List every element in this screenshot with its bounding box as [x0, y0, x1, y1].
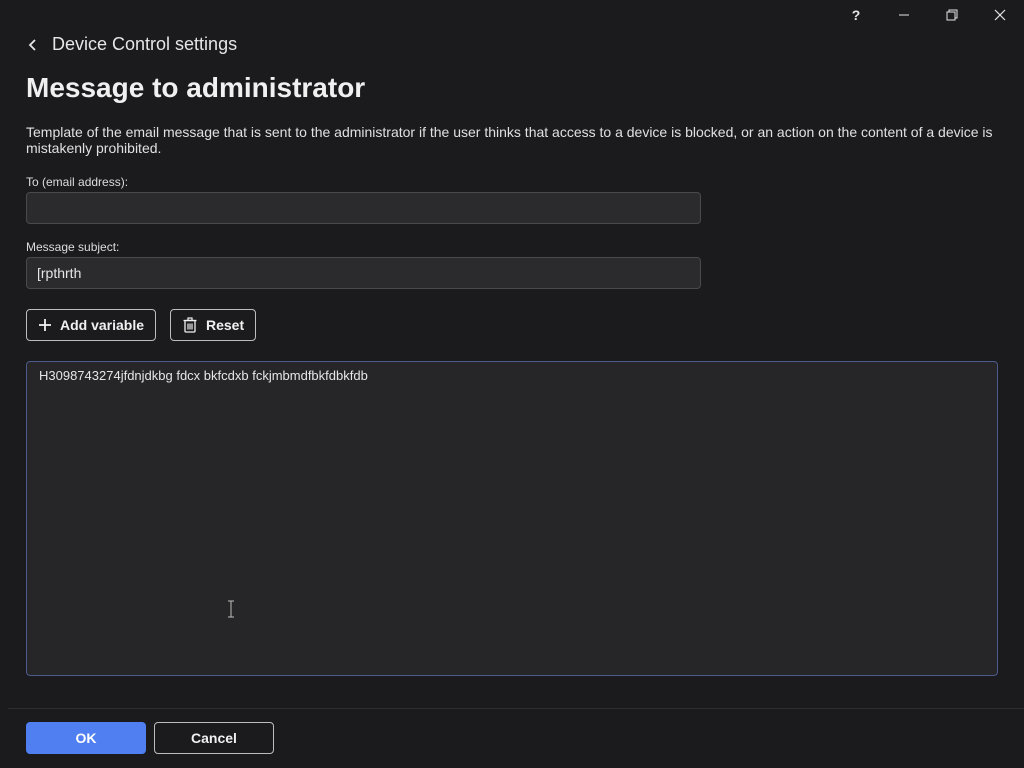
trash-icon: [183, 317, 197, 333]
reset-label: Reset: [206, 317, 245, 333]
restore-button[interactable]: [928, 0, 976, 30]
help-button[interactable]: ?: [832, 0, 880, 30]
window-titlebar: ?: [832, 0, 1024, 30]
minimize-button[interactable]: [880, 0, 928, 30]
cancel-button[interactable]: Cancel: [154, 722, 274, 754]
restore-icon: [946, 9, 958, 21]
text-cursor-icon: [228, 600, 234, 618]
footer-divider: [8, 708, 1024, 709]
plus-icon: [39, 319, 51, 331]
subject-field-label: Message subject:: [26, 240, 120, 254]
close-icon: [994, 9, 1006, 21]
breadcrumb-back[interactable]: Device Control settings: [26, 34, 237, 55]
breadcrumb-label: Device Control settings: [52, 34, 238, 54]
page-title: Message to administrator: [26, 72, 366, 103]
to-field-label: To (email address):: [26, 175, 129, 189]
to-email-input[interactable]: [26, 192, 701, 224]
minimize-icon: [899, 14, 909, 16]
add-variable-label: Add variable: [60, 317, 145, 333]
close-button[interactable]: [976, 0, 1024, 30]
page-description: Template of the email message that is se…: [26, 124, 993, 156]
add-variable-button[interactable]: Add variable: [26, 309, 157, 341]
chevron-left-icon: [26, 38, 40, 52]
message-body-textarea[interactable]: H3098743274jfdnjdkbg fdcx bkfcdxb fckjmb…: [26, 361, 998, 676]
subject-input[interactable]: [26, 257, 701, 289]
ok-button[interactable]: OK: [26, 722, 146, 754]
reset-button[interactable]: Reset: [170, 309, 257, 341]
